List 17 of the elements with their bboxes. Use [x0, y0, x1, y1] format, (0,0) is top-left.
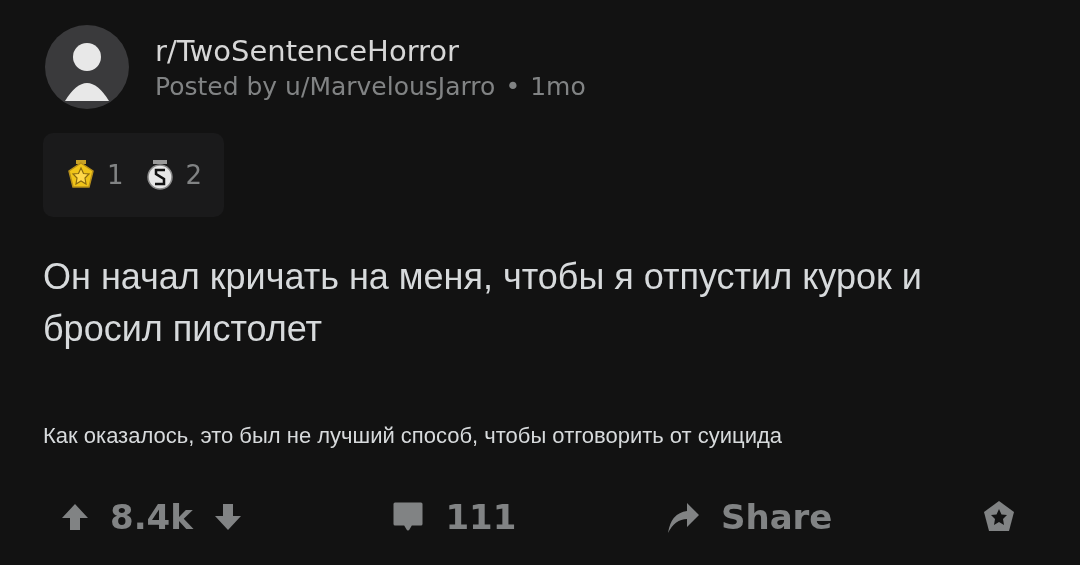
subreddit-link[interactable]: r/TwoSentenceHorror	[155, 33, 586, 68]
post-body: Как оказалось, это был не лучший способ, чтобы отговорить от суицида	[43, 423, 784, 449]
star-award-icon	[67, 159, 95, 191]
upvote-icon[interactable]	[60, 502, 90, 532]
award-count: 2	[185, 160, 203, 190]
author-link[interactable]: Posted by u/MarvelousJarro	[155, 71, 496, 101]
avatar-icon[interactable]	[45, 25, 129, 109]
downvote-icon[interactable]	[212, 502, 243, 532]
post-title: Он начал кричать на меня, чтобы я отпустил курок и бросил пистолет	[43, 255, 923, 351]
comments-button[interactable]: 111	[391, 497, 517, 537]
post-age: 1mo	[530, 71, 586, 101]
separator-dot: •	[505, 71, 521, 101]
award-count: 1	[107, 160, 124, 190]
awards-panel[interactable]: 1 2	[43, 133, 225, 217]
vote-count: 8.4k	[110, 497, 193, 537]
coin-award-icon	[145, 159, 174, 191]
share-button[interactable]: Share	[664, 497, 833, 537]
